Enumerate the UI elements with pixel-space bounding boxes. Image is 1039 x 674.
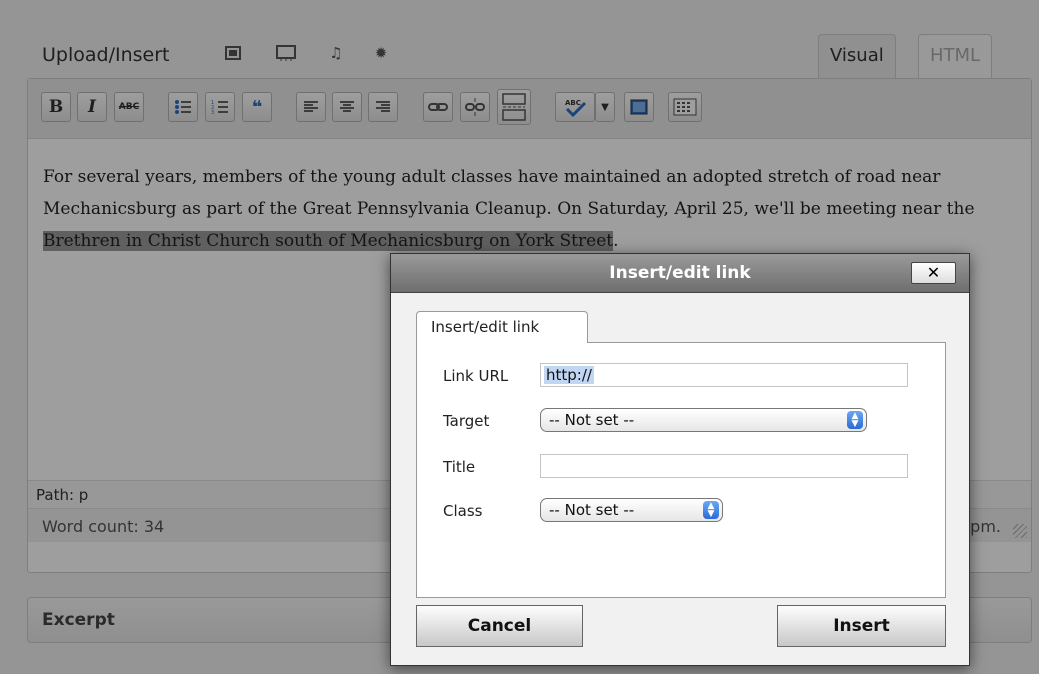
title-label: Title [443,458,476,476]
target-select-value: -- Not set -- [549,411,635,429]
close-icon: ✕ [926,263,941,282]
class-select-value: -- Not set -- [549,501,635,519]
link-url-label: Link URL [443,367,509,385]
select-arrows-icon: ▲ ▼ [703,501,719,519]
class-select[interactable]: -- Not set -- ▲ ▼ [540,498,723,522]
tab-insert-edit-link[interactable]: Insert/edit link [416,311,588,343]
class-label: Class [443,502,483,520]
select-arrows-icon: ▲ ▼ [847,411,863,429]
insert-button[interactable]: Insert [777,605,946,647]
cancel-button[interactable]: Cancel [416,605,583,647]
link-url-value: http:// [544,366,594,384]
target-select[interactable]: -- Not set -- ▲ ▼ [540,408,867,432]
link-url-input[interactable]: http:// [540,363,908,387]
target-label: Target [443,412,490,430]
title-input[interactable] [540,454,908,478]
close-button[interactable]: ✕ [911,262,956,284]
dialog-title: Insert/edit link [609,263,751,283]
link-form-panel: Link URL http:// Target -- Not set -- ▲ ▼… [416,342,946,598]
dialog-titlebar[interactable]: Insert/edit link ✕ [391,254,969,293]
insert-link-dialog: Insert/edit link ✕ Insert/edit link Link… [390,253,970,666]
